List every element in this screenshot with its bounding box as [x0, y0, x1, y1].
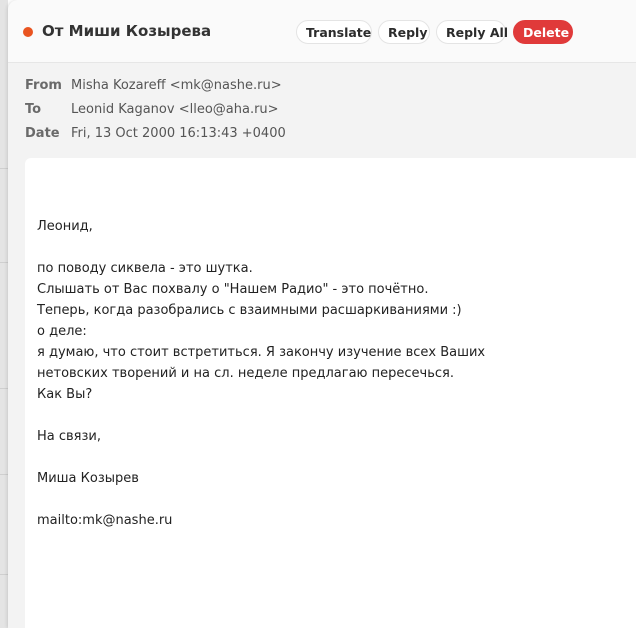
title-bar: От Миши Козырева Translate Reply Reply A… [8, 0, 636, 63]
background-divider [0, 168, 8, 169]
to-label: To [25, 102, 42, 117]
date-value: Fri, 13 Oct 2000 16:13:43 +0400 [71, 126, 286, 141]
body-line: о деле: [37, 324, 87, 339]
body-line [37, 489, 627, 510]
email-subject-title: От Миши Козырева [42, 22, 212, 40]
email-viewer-window: От Миши Козырева Translate Reply Reply A… [8, 0, 636, 628]
body-line [37, 447, 627, 468]
email-body-text: Леонид, по поводу сиквела - это шутка. С… [37, 216, 627, 531]
background-divider [0, 388, 8, 389]
from-label: From [25, 78, 62, 93]
body-line: Теперь, когда разобрались с взаимными ра… [37, 303, 462, 318]
background-divider [0, 262, 8, 263]
email-link[interactable]: mailto:mk@nashe.ru [37, 510, 627, 531]
reply-button[interactable]: Reply [378, 20, 430, 44]
date-label: Date [25, 126, 60, 141]
to-value: Leonid Kaganov <lleo@aha.ru> [71, 102, 279, 117]
from-value: Misha Kozareff <mk@nashe.ru> [71, 78, 282, 93]
body-line: Леонид, [37, 219, 93, 234]
body-line: я думаю, что стоит встретиться. Я законч… [37, 345, 486, 360]
background-window [0, 0, 8, 628]
reply-all-button[interactable]: Reply All [436, 20, 508, 44]
body-line: Слышать от Вас похвалу о "Нашем Радио" -… [37, 282, 429, 297]
delete-button[interactable]: Delete [513, 20, 573, 44]
body-line [37, 237, 627, 258]
body-line [37, 405, 627, 426]
unread-dot-icon [23, 27, 33, 37]
translate-button[interactable]: Translate [296, 20, 372, 44]
body-line: нетовских творений и на сл. неделе предл… [37, 366, 454, 381]
body-line: На связи, [37, 429, 101, 444]
background-divider [0, 574, 8, 575]
body-line: Как Вы? [37, 387, 93, 402]
email-body-pane[interactable]: Леонид, по поводу сиквела - это шутка. С… [25, 158, 636, 628]
body-line: Миша Козырев [37, 471, 139, 486]
background-divider [0, 474, 8, 475]
body-line: по поводу сиквела - это шутка. [37, 261, 253, 276]
